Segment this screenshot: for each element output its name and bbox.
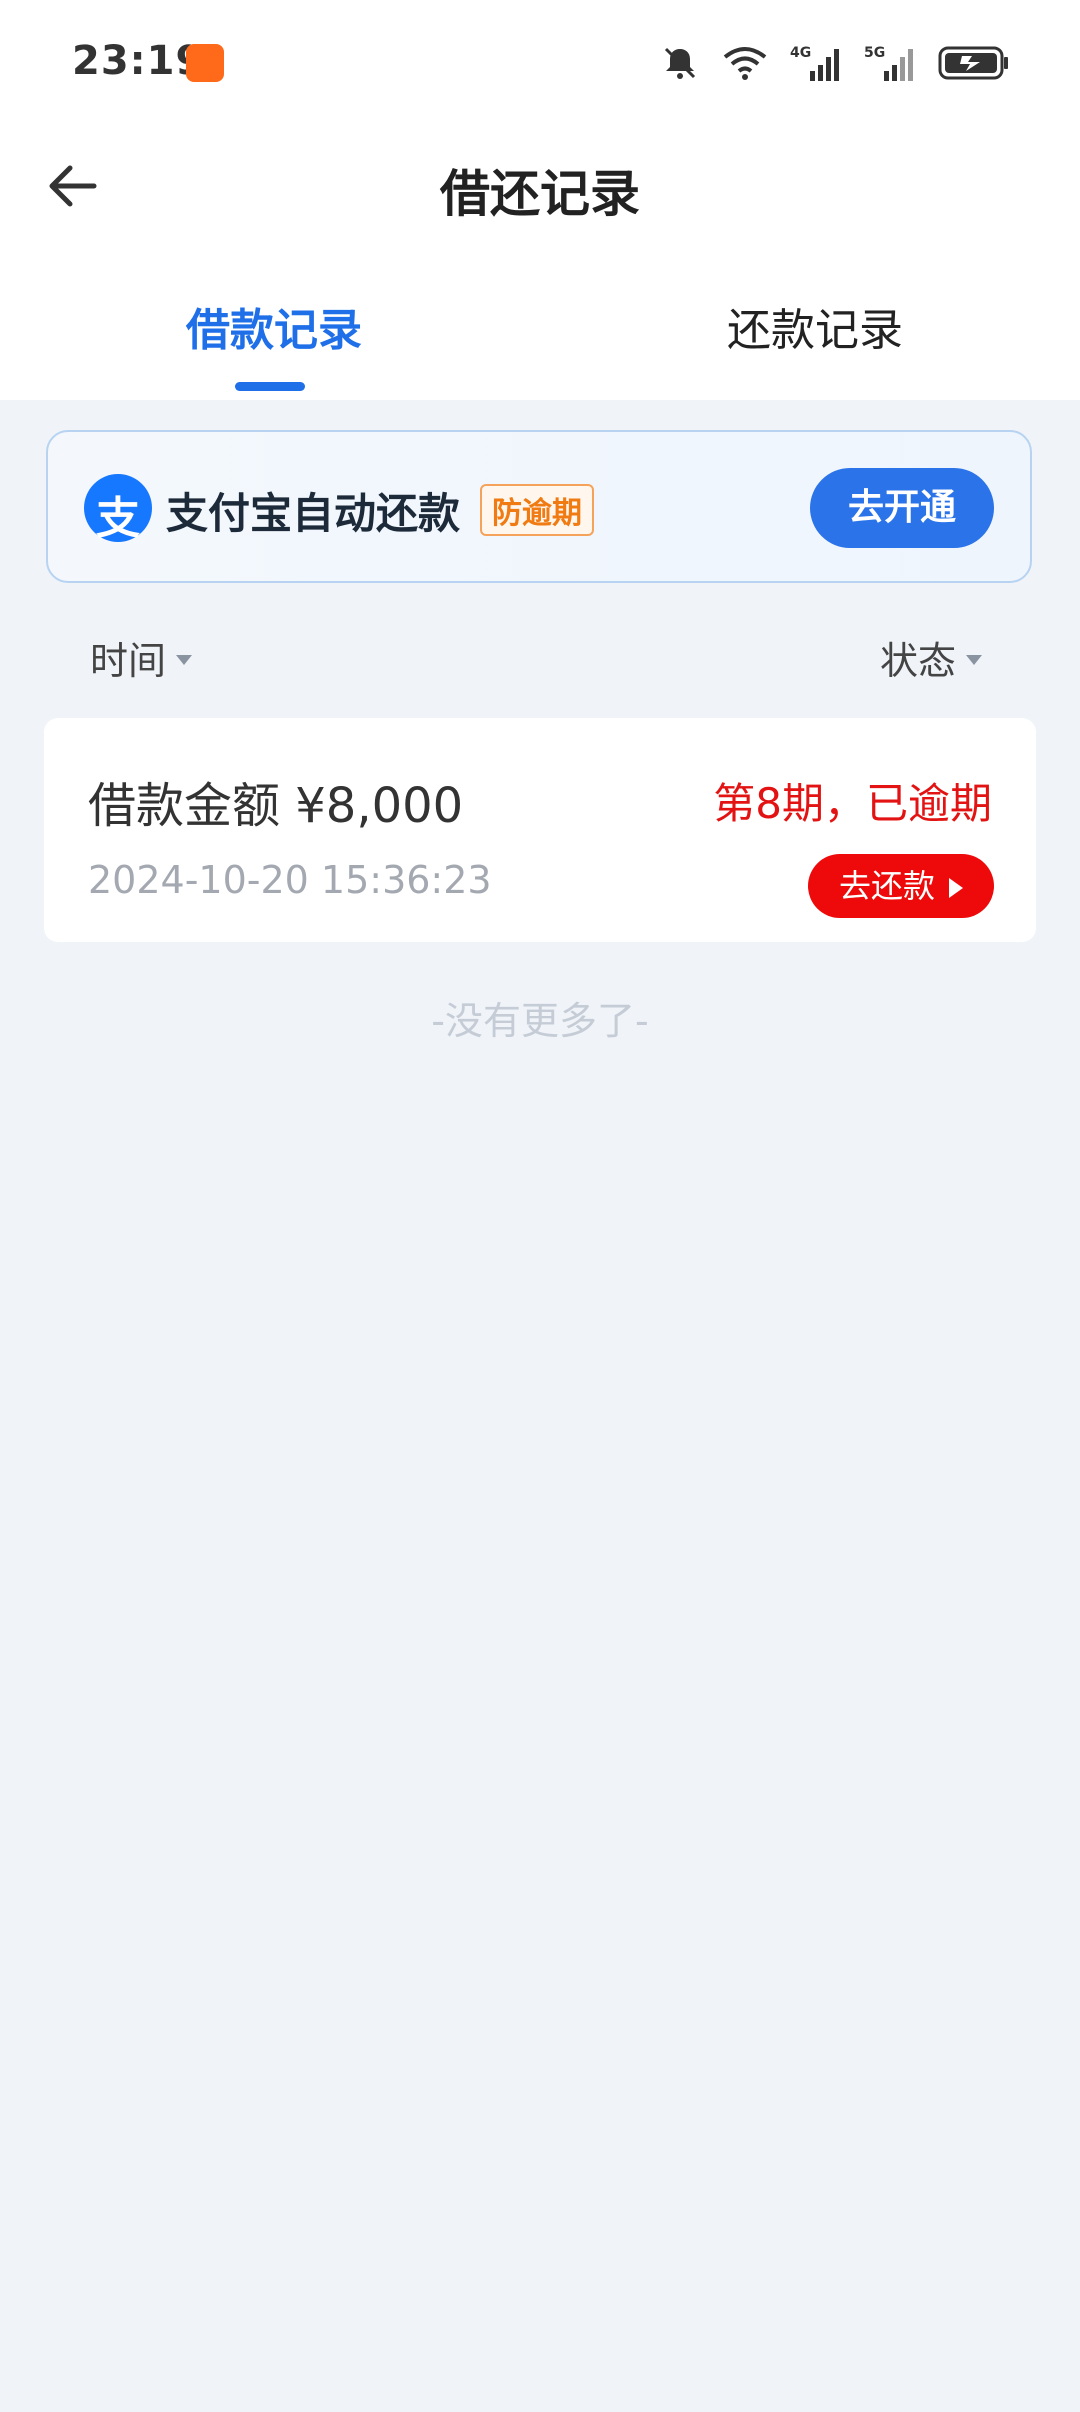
alipay-icon: 支 bbox=[84, 474, 152, 544]
nav-bar: 借还记录 bbox=[0, 126, 1080, 246]
5g-signal-icon: 5G bbox=[864, 45, 913, 81]
caret-down-icon bbox=[966, 654, 982, 665]
loan-status: 第8期，已逾期 bbox=[713, 779, 992, 828]
status-icons: 4G 5G bbox=[660, 38, 1010, 88]
svg-text:4G: 4G bbox=[790, 45, 811, 61]
tab-borrow-records[interactable]: 借款记录 bbox=[186, 294, 362, 358]
wifi-icon bbox=[723, 47, 767, 80]
tab-indicator bbox=[235, 382, 305, 391]
status-filter[interactable]: 状态 bbox=[880, 630, 982, 685]
time-filter-label: 时间 bbox=[90, 639, 167, 683]
loan-datetime: 2024-10-20 15:36:23 bbox=[88, 858, 492, 902]
battery-charging-icon bbox=[938, 46, 1008, 80]
promo-text: 支付宝自动还款 bbox=[166, 489, 461, 538]
filter-bar: 时间 状态 bbox=[0, 620, 1080, 690]
app-badge-icon bbox=[186, 44, 224, 82]
activate-button[interactable]: 去开通 bbox=[810, 468, 994, 548]
page-title: 借还记录 bbox=[440, 165, 640, 223]
promo-tag: 防逾期 bbox=[480, 484, 594, 536]
play-arrow-icon bbox=[949, 878, 963, 898]
alipay-autopay-banner: 支 支付宝自动还款 防逾期 去开通 bbox=[46, 430, 1032, 583]
no-more-text: -没有更多了- bbox=[431, 999, 649, 1043]
4g-signal-icon: 4G bbox=[790, 45, 839, 81]
tab-bar: 借款记录 还款记录 bbox=[0, 270, 1080, 400]
status-time: 23:19 bbox=[72, 38, 205, 84]
caret-down-icon bbox=[176, 654, 193, 665]
loan-amount: 借款金额 ¥8,000 bbox=[88, 778, 464, 834]
repay-button-label: 去还款 bbox=[838, 867, 935, 905]
loan-record-card[interactable]: 借款金额 ¥8,000 2024-10-20 15:36:23 第8期，已逾期 … bbox=[44, 718, 1036, 942]
repay-button[interactable]: 去还款 bbox=[808, 854, 994, 918]
status-bar: 23:19 4G 5G bbox=[0, 0, 1080, 126]
alipay-icon-glyph: 支 bbox=[96, 493, 140, 544]
tab-repay-records[interactable]: 还款记录 bbox=[727, 294, 903, 358]
status-filter-label: 状态 bbox=[879, 639, 956, 683]
svg-text:5G: 5G bbox=[864, 45, 885, 61]
mute-icon bbox=[664, 47, 696, 79]
time-filter[interactable]: 时间 bbox=[90, 630, 193, 685]
